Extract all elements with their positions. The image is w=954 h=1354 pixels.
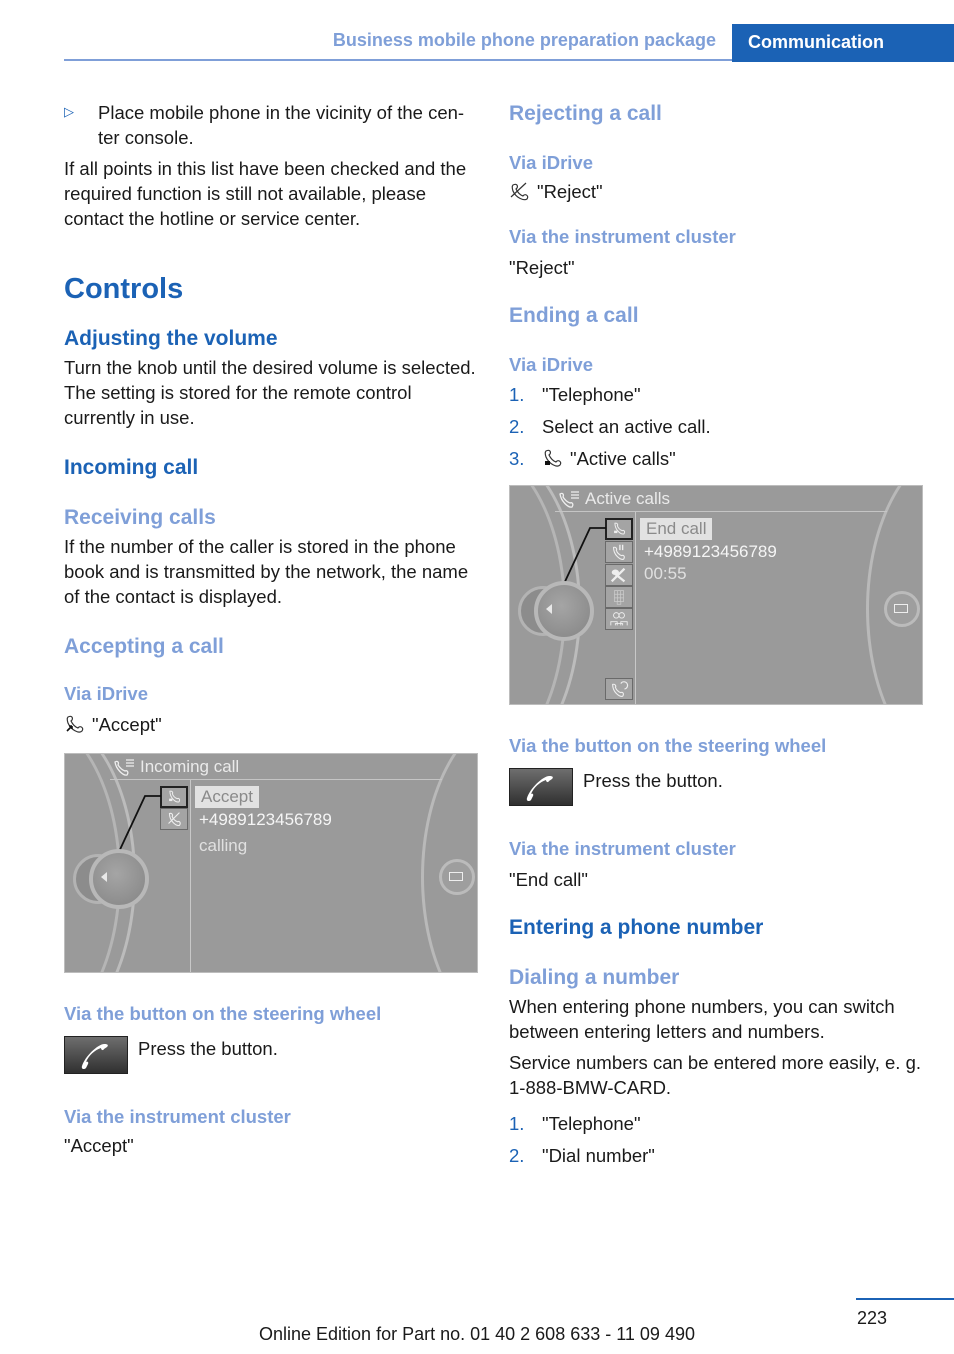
dialing-number-heading: Dialing a number — [509, 966, 680, 989]
via-idrive-label: Via iDrive — [509, 152, 593, 173]
phone-handset-icon — [526, 775, 553, 802]
phone-menu-icon — [114, 759, 134, 776]
via-idrive-label-2: Via iDrive — [509, 354, 593, 375]
bullet-item: ▷ Place mobile phone in the vicinity of … — [64, 100, 479, 150]
bullet-line-2: ter console. — [98, 127, 194, 148]
steering-wheel-phone-button — [64, 1036, 128, 1074]
step-number: 2. — [509, 1145, 525, 1166]
volume-text: Turn the knob until the desired volume i… — [64, 357, 476, 428]
accept-item-text: "Accept" — [92, 714, 162, 735]
right-column: Rejecting a call Via iDrive "Reject" Via… — [509, 100, 924, 1172]
end-step-1: 1. "Telephone" — [509, 379, 924, 411]
cluster-reject-text: "Reject" — [509, 257, 575, 278]
step-text: "Active calls" — [570, 448, 676, 469]
receiving-calls-text: If the number of the caller is stored in… — [64, 536, 469, 607]
via-instrument-cluster-label: Via the instrument cluster — [64, 1106, 291, 1127]
left-column: ▷ Place mobile phone in the vicinity of … — [64, 100, 479, 1158]
via-instrument-cluster-label-2: Via the instrument cluster — [509, 838, 736, 859]
options-button[interactable] — [884, 591, 920, 627]
dial-step-1: 1. "Telephone" — [509, 1108, 924, 1140]
conference-button[interactable] — [605, 608, 633, 630]
steering-wheel-phone-button — [509, 768, 573, 806]
screen-title-bar: Active calls — [555, 486, 887, 512]
options-icon — [449, 872, 463, 881]
triangle-bullet-icon: ▷ — [64, 104, 74, 119]
back-arrow-icon — [546, 604, 552, 614]
note-paragraph: If all points in this list have been che… — [64, 158, 467, 229]
back-arrow-icon — [101, 872, 107, 882]
active-calls-icon — [544, 449, 562, 467]
end-step-3: 3. "Active calls" — [509, 443, 924, 475]
step-text: "Telephone" — [542, 1113, 641, 1134]
page-number-rule — [856, 1298, 954, 1300]
via-idrive-label: Via iDrive — [64, 683, 148, 704]
steering-button-row: Press the button. — [64, 1036, 479, 1074]
active-calls-screen: Active calls End call +4989123456789 00:… — [509, 485, 923, 705]
controls-heading: Controls — [64, 273, 184, 305]
dial-step-2: 2. "Dial number" — [509, 1140, 924, 1172]
accepting-call-heading: Accepting a call — [64, 635, 224, 658]
accept-call-icon — [66, 715, 84, 733]
incoming-call-screen: Incoming call Accept +4989123456789 call… — [64, 753, 478, 973]
step-number: 1. — [509, 1113, 525, 1134]
footer-edition: Online Edition for Part no. 01 40 2 608 … — [259, 1324, 695, 1344]
reject-item-text: "Reject" — [537, 181, 603, 202]
via-steering-wheel-label: Via the button on the steering wheel — [64, 1003, 382, 1024]
incoming-call-heading: Incoming call — [64, 456, 199, 479]
end-step-2: 2. Select an active call. — [509, 411, 924, 443]
receiving-calls-heading: Receiving calls — [64, 506, 216, 529]
phone-handset-icon — [81, 1043, 108, 1070]
via-steering-wheel-label: Via the button on the steering wheel — [509, 735, 827, 756]
via-instrument-cluster-label: Via the instrument cluster — [509, 226, 736, 247]
step-number: 3. — [509, 448, 525, 469]
cluster-accept-text: "Accept" — [64, 1135, 134, 1156]
switch-call-button[interactable] — [605, 678, 633, 700]
ending-call-heading: Ending a call — [509, 304, 639, 327]
screen-title-bar: Incoming call — [110, 754, 442, 780]
screen-call-status: calling — [199, 836, 248, 855]
screen-call-duration: 00:55 — [644, 564, 687, 583]
rejecting-call-heading: Rejecting a call — [509, 102, 662, 125]
step-text: "Telephone" — [542, 384, 641, 405]
cluster-end-call-text: "End call" — [509, 869, 588, 890]
service-numbers-text: Service numbers can be entered more easi… — [509, 1052, 922, 1098]
screen-divider — [635, 512, 636, 704]
bullet-line-1: Place mobile phone in the vicinity of th… — [98, 102, 465, 123]
entering-phone-number-heading: Entering a phone number — [509, 916, 764, 939]
reject-call-icon — [510, 182, 529, 201]
step-number: 2. — [509, 416, 525, 437]
controller-knob[interactable] — [534, 581, 594, 641]
screen-selected-item[interactable]: End call — [640, 518, 713, 540]
screen-phone-number: +4989123456789 — [644, 542, 777, 561]
header-chapter-tab: Communication — [732, 24, 954, 62]
steering-button-row: Press the button. — [509, 768, 924, 806]
header-rule — [64, 59, 732, 61]
dialing-text: When entering phone numbers, you can swi… — [509, 996, 895, 1042]
controller-knob[interactable] — [89, 849, 149, 909]
volume-heading: Adjusting the volume — [64, 327, 278, 350]
screen-phone-number: +4989123456789 — [199, 810, 332, 829]
options-icon — [894, 604, 908, 613]
screen-selected-item[interactable]: Accept — [195, 786, 259, 808]
step-text: "Dial number" — [542, 1145, 655, 1166]
step-text: Select an active call. — [542, 416, 711, 437]
header-section-title: Business mobile phone preparation packag… — [332, 30, 716, 50]
screen-divider — [190, 780, 191, 972]
screen-title: Active calls — [585, 489, 671, 508]
press-button-text: Press the button. — [583, 770, 723, 791]
options-button[interactable] — [439, 859, 475, 895]
step-number: 1. — [509, 384, 525, 405]
screen-title: Incoming call — [140, 757, 240, 776]
press-button-text: Press the button. — [138, 1038, 278, 1059]
phone-menu-icon — [559, 491, 579, 508]
